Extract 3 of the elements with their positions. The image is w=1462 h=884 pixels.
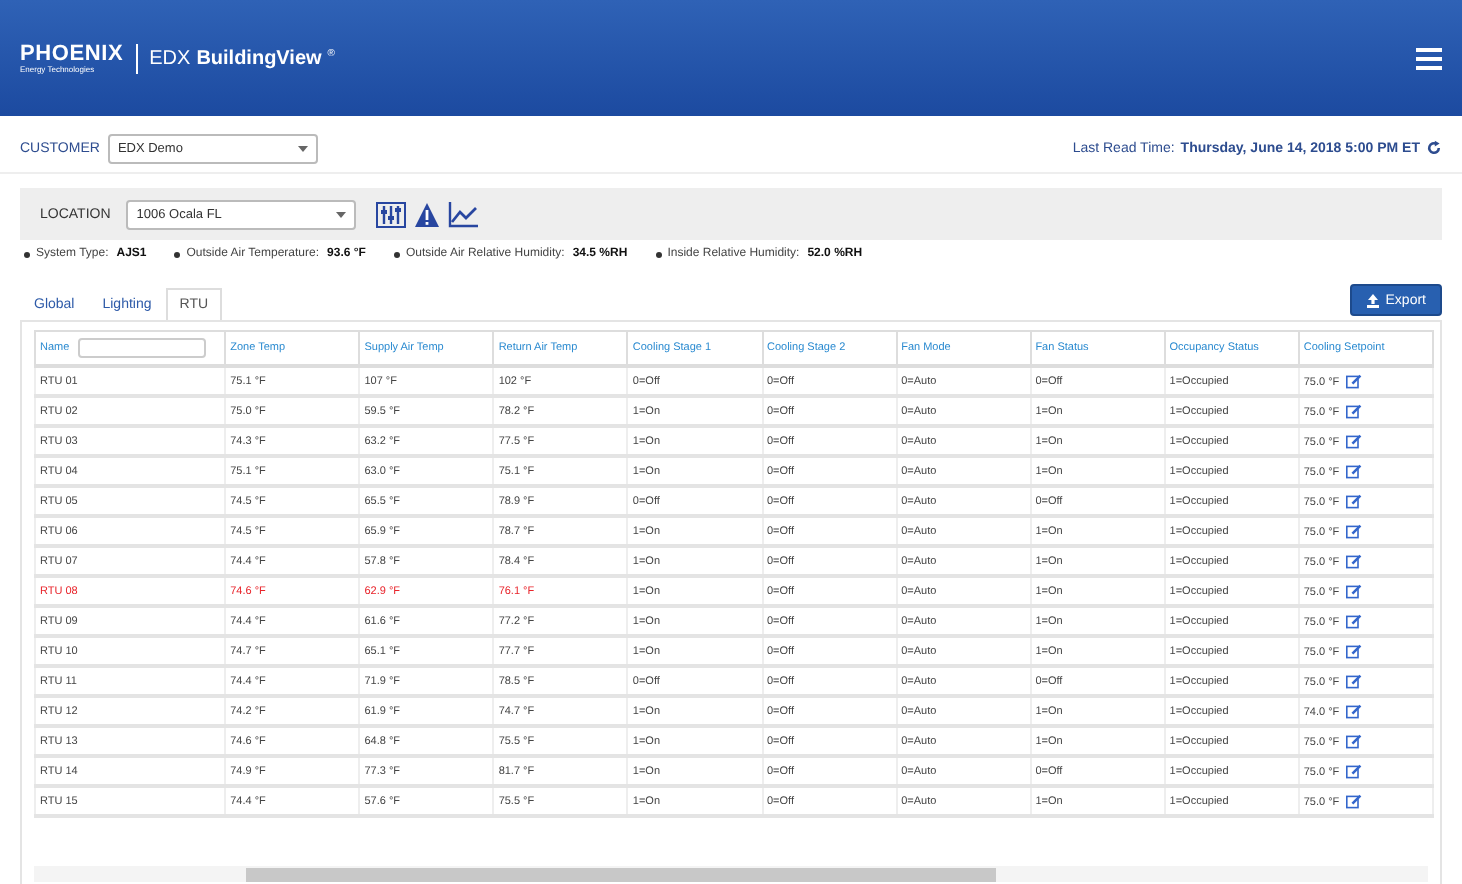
product-name: BuildingView: [196, 47, 322, 69]
product-prefix: EDX: [149, 47, 191, 69]
brand-name: PHOENIX: [20, 43, 124, 65]
